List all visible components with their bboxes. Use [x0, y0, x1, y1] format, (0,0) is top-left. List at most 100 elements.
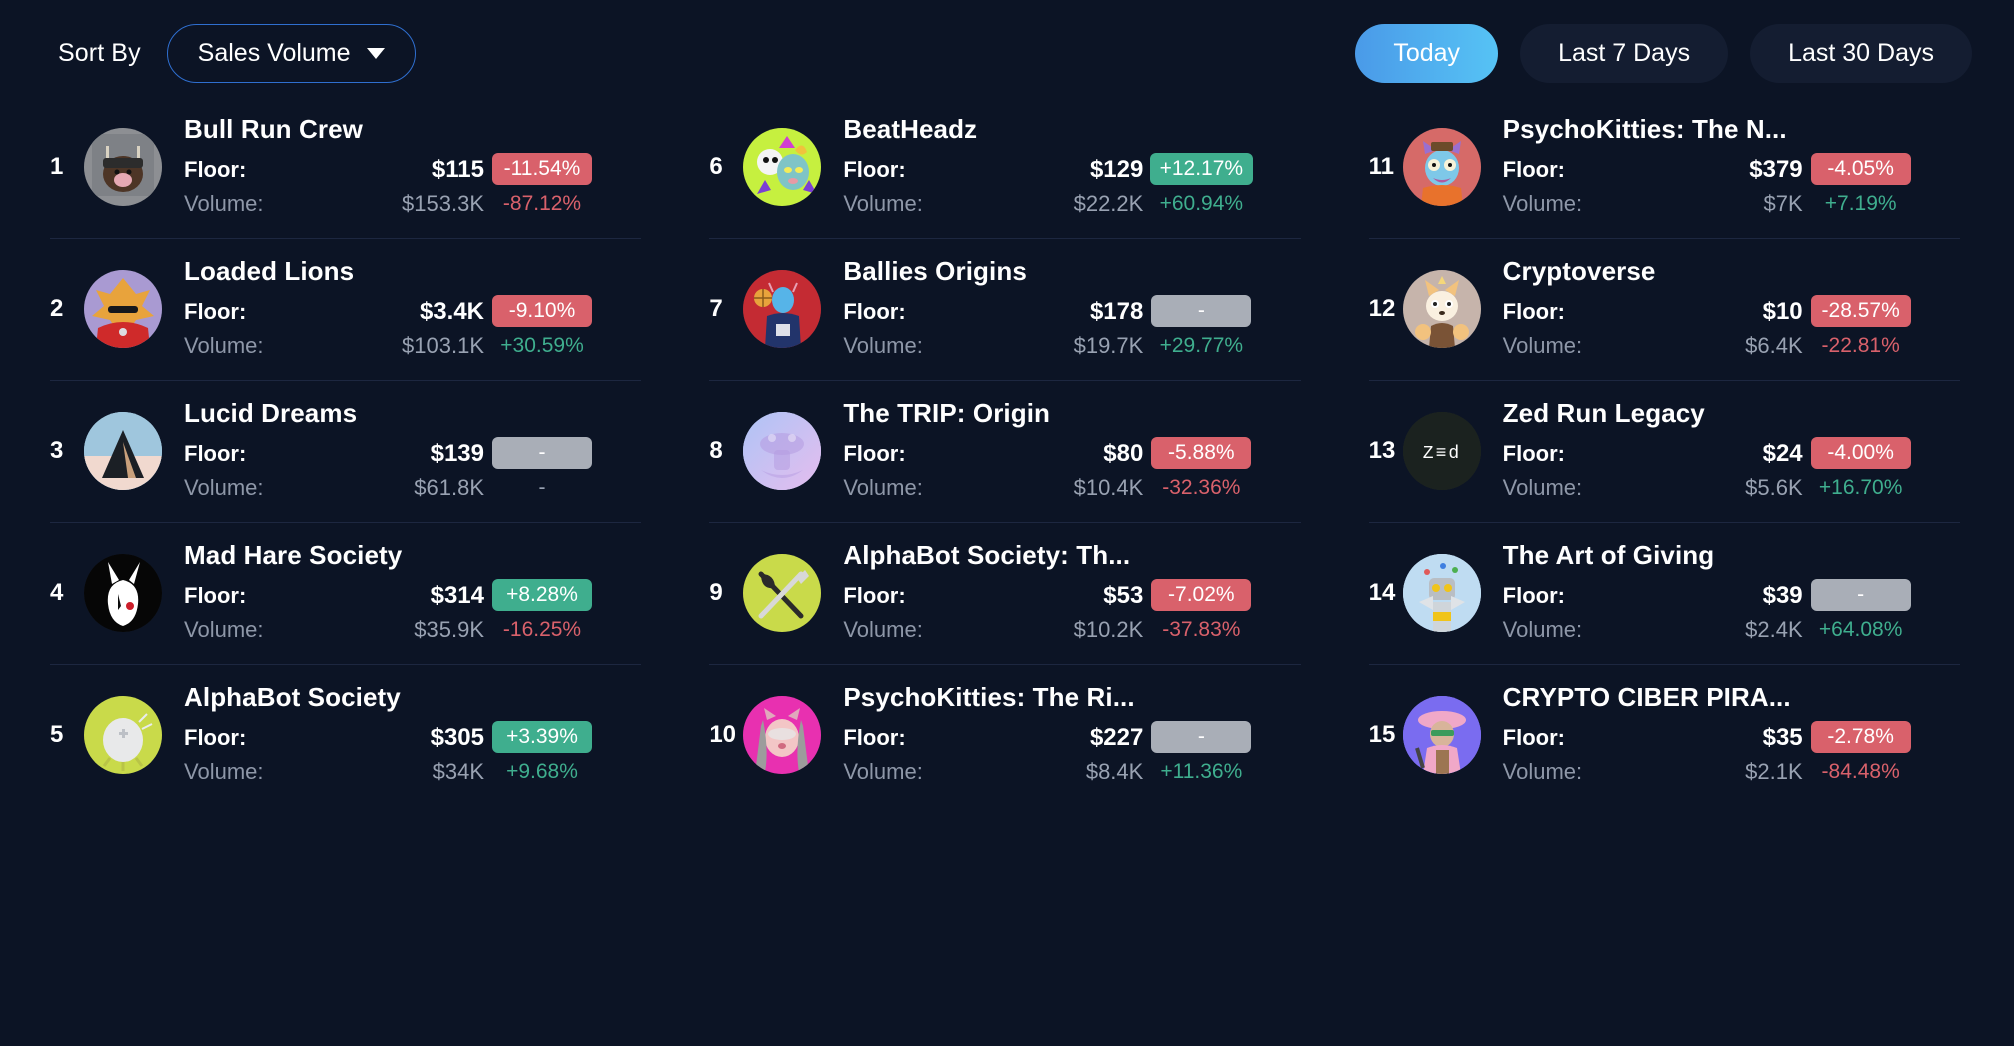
- collection-stats: Floor: Volume: $115 $153.3K -11.54% -87.…: [184, 152, 645, 221]
- stat-labels: Floor: Volume:: [1503, 153, 1679, 221]
- volume-change-text: +64.08%: [1818, 617, 1903, 641]
- collection-row[interactable]: 10 PsychoKitties: The Ri... Floor: Volum…: [703, 664, 1310, 806]
- range-button-last-30-days[interactable]: Last 30 Days: [1750, 23, 1972, 83]
- collection-avatar[interactable]: [1402, 270, 1481, 348]
- collection-name[interactable]: The TRIP: Origin: [843, 398, 1304, 429]
- collection-name[interactable]: Mad Hare Society: [184, 540, 645, 571]
- collection-name[interactable]: Ballies Origins: [843, 256, 1304, 287]
- collection-name[interactable]: The Art of Giving: [1503, 540, 1964, 571]
- stat-deltas: -4.00% +16.70%: [1803, 436, 1919, 505]
- floor-change-badge: -5.88%: [1151, 436, 1252, 469]
- volume-change-text: +9.68%: [506, 759, 578, 783]
- collection-name[interactable]: BeatHeadz: [843, 114, 1304, 145]
- collection-name[interactable]: AlphaBot Society: Th...: [843, 540, 1304, 571]
- volume-label: Volume:: [843, 332, 923, 358]
- collection-row[interactable]: 14 The Art of Giving Floor: Volume: $39 …: [1363, 522, 1970, 664]
- collection-name[interactable]: Zed Run Legacy: [1503, 398, 1964, 429]
- collection-row[interactable]: 11 PsychoKitties: The N... Floor: Volume…: [1363, 96, 1970, 238]
- stat-deltas: - -: [484, 436, 600, 505]
- collection-row[interactable]: 15 CRYPTO CIBER PIRA... Floor: Volume: $…: [1363, 664, 1970, 806]
- sort-controls: Sort By Sales Volume: [58, 23, 416, 83]
- volume-label: Volume:: [184, 758, 264, 784]
- rank-number: 11: [1368, 153, 1395, 180]
- volume-value: $103.1K: [402, 332, 484, 358]
- collection-avatar[interactable]: [743, 696, 822, 774]
- collection-row[interactable]: 4 Mad Hare Society Floor: Volume: $314 $…: [44, 522, 651, 664]
- collection-row[interactable]: 12 Cryptoverse Floor: Volume: $10 $6.4K …: [1363, 238, 1970, 380]
- collection-avatar[interactable]: [1402, 696, 1481, 774]
- collection-avatar[interactable]: [1402, 128, 1481, 206]
- floor-label: Floor:: [184, 724, 247, 750]
- floor-label: Floor:: [184, 298, 247, 324]
- stat-values: $39 $2.4K: [1679, 579, 1803, 647]
- stat-labels: Floor: Volume:: [1503, 579, 1679, 647]
- collection-row[interactable]: 2 Loaded Lions Floor: Volume: $3.4K $103…: [44, 238, 651, 380]
- collection-avatar[interactable]: [84, 270, 162, 348]
- collection-name[interactable]: Cryptoverse: [1503, 256, 1964, 287]
- volume-value: $2.4K: [1745, 616, 1803, 642]
- collection-row[interactable]: 7 Ballies Origins Floor: Volume: $178 $1…: [703, 238, 1310, 380]
- collection-row[interactable]: 13 Z≡d Zed Run Legacy Floor: Volume: $24…: [1363, 380, 1970, 522]
- floor-label: Floor:: [184, 156, 247, 182]
- floor-value: $129: [1089, 155, 1144, 183]
- stat-labels: Floor: Volume:: [184, 579, 360, 647]
- collection-avatar[interactable]: [84, 696, 162, 774]
- collection-avatar[interactable]: [84, 412, 162, 490]
- collection-info: AlphaBot Society: Th... Floor: Volume: $…: [843, 540, 1304, 647]
- range-button-today[interactable]: Today: [1355, 23, 1499, 83]
- sort-by-dropdown[interactable]: Sales Volume: [166, 23, 416, 83]
- stat-values: $24 $5.6K: [1679, 437, 1803, 505]
- collection-name[interactable]: Lucid Dreams: [184, 398, 645, 429]
- collection-info: Mad Hare Society Floor: Volume: $314 $35…: [184, 540, 645, 647]
- floor-label: Floor:: [1502, 582, 1565, 608]
- floor-change-badge: -28.57%: [1810, 294, 1911, 327]
- collection-avatar[interactable]: [743, 128, 822, 206]
- stat-labels: Floor: Volume:: [184, 721, 360, 789]
- floor-change-badge: -11.54%: [492, 152, 592, 185]
- volume-change-text: -84.48%: [1821, 759, 1900, 783]
- stat-labels: Floor: Volume:: [1503, 295, 1679, 363]
- collection-name[interactable]: PsychoKitties: The Ri...: [843, 682, 1304, 713]
- collection-info: CRYPTO CIBER PIRA... Floor: Volume: $35 …: [1503, 682, 1964, 789]
- collection-row[interactable]: 1 Bull Run Crew Floor: Volume: $115 $153…: [44, 96, 651, 238]
- volume-label: Volume:: [1502, 190, 1583, 216]
- collection-stats: Floor: Volume: $139 $61.8K - -: [184, 436, 645, 505]
- collection-avatar[interactable]: [743, 270, 822, 348]
- collection-name[interactable]: Loaded Lions: [184, 256, 645, 287]
- collection-stats: Floor: Volume: $80 $10.4K -5.88% -32.36%: [843, 436, 1304, 505]
- collection-row[interactable]: 5 AlphaBot Society Floor: Volume: $305 $…: [44, 664, 651, 806]
- floor-label: Floor:: [1502, 156, 1565, 182]
- collection-avatar[interactable]: Z≡d: [1402, 412, 1481, 490]
- stat-values: $115 $153.3K: [360, 153, 484, 221]
- nft-leaderboard-page: Sort By Sales Volume Today Last 7 Days L…: [0, 0, 2014, 1046]
- collection-avatar[interactable]: [84, 128, 162, 206]
- collection-info: PsychoKitties: The Ri... Floor: Volume: …: [843, 682, 1304, 789]
- volume-value: $19.7K: [1073, 332, 1144, 358]
- collection-name[interactable]: CRYPTO CIBER PIRA...: [1503, 682, 1964, 713]
- sort-by-value: Sales Volume: [197, 38, 351, 67]
- volume-value: $61.8K: [414, 474, 484, 500]
- collection-row[interactable]: 9 AlphaBot Society: Th... Floor: Volume:…: [703, 522, 1310, 664]
- collection-row[interactable]: 3 Lucid Dreams Floor: Volume: $139 $61.8…: [44, 380, 651, 522]
- floor-change-badge: -: [1151, 294, 1252, 327]
- collection-avatar[interactable]: [1402, 554, 1481, 632]
- collection-row[interactable]: 8 The TRIP: Origin Floor: Volume: $80 $1…: [703, 380, 1310, 522]
- floor-change-badge: -: [1151, 720, 1252, 753]
- stat-values: $3.4K $103.1K: [360, 295, 484, 363]
- rank-number: 6: [709, 153, 723, 180]
- range-button-last-7-days[interactable]: Last 7 Days: [1520, 23, 1729, 83]
- floor-change-badge: +12.17%: [1149, 152, 1254, 185]
- collections-column-2: 6 BeatHeadz Floor: Volume: $129 $22.2K +…: [703, 96, 1310, 806]
- collection-stats: Floor: Volume: $227 $8.4K - +11.36%: [843, 720, 1304, 789]
- collection-avatar[interactable]: [743, 412, 822, 490]
- collection-name[interactable]: AlphaBot Society: [184, 682, 645, 713]
- volume-value: $35.9K: [414, 616, 484, 642]
- collection-avatar[interactable]: [84, 554, 162, 632]
- volume-value: $7K: [1763, 190, 1803, 216]
- collection-avatar[interactable]: [743, 554, 822, 632]
- collection-name[interactable]: PsychoKitties: The N...: [1503, 114, 1964, 145]
- stat-values: $379 $7K: [1679, 153, 1803, 221]
- collection-row[interactable]: 6 BeatHeadz Floor: Volume: $129 $22.2K +…: [703, 96, 1310, 238]
- collection-name[interactable]: Bull Run Crew: [184, 114, 645, 145]
- floor-change-badge: -: [1810, 578, 1911, 611]
